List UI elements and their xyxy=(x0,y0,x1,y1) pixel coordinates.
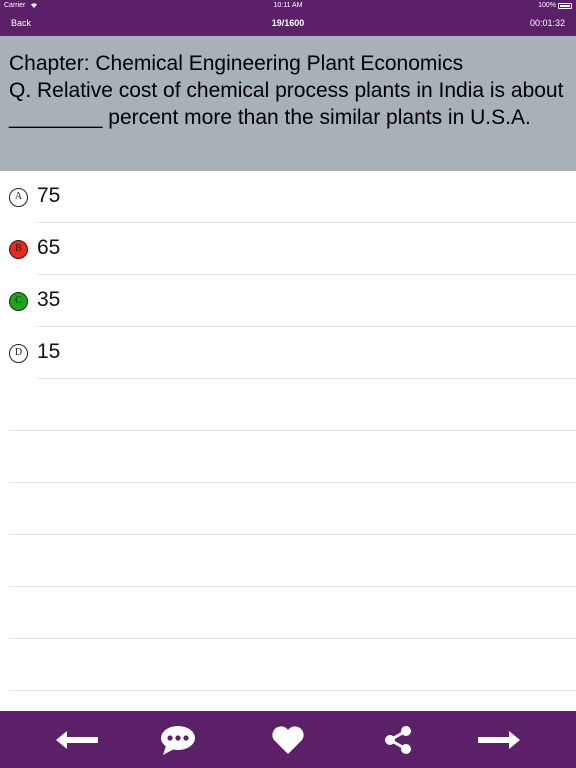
option-c-text: 35 xyxy=(37,288,61,311)
next-button[interactable] xyxy=(476,723,522,757)
option-d-marker: D xyxy=(9,344,28,363)
battery-icon xyxy=(558,2,572,9)
option-c-marker: C xyxy=(9,292,28,311)
empty-list-row xyxy=(0,639,576,691)
share-button[interactable] xyxy=(375,723,421,757)
answer-options: A 75 B 65 C 35 D 15 xyxy=(0,171,576,691)
chapter-title: Chapter: Chemical Engineering Plant Econ… xyxy=(9,52,464,75)
navigation-bar: Back 19/1600 00:01:32 xyxy=(0,11,576,36)
comment-button[interactable] xyxy=(155,723,201,757)
empty-list-row xyxy=(0,587,576,639)
option-a-text: 75 xyxy=(37,184,61,207)
empty-list-row xyxy=(0,535,576,587)
option-b[interactable]: B 65 xyxy=(0,223,576,275)
status-bar: Carrier 10:11 AM 100% xyxy=(0,0,576,11)
question-counter: 19/1600 xyxy=(271,18,305,28)
battery-status: 100% xyxy=(538,0,572,11)
empty-list-row xyxy=(0,483,576,535)
previous-button[interactable] xyxy=(54,723,100,757)
status-time: 10:11 AM xyxy=(273,2,303,9)
battery-percent: 100% xyxy=(538,2,556,9)
option-b-text: 65 xyxy=(37,236,61,259)
question-text: Q. Relative cost of chemical process pla… xyxy=(9,79,564,129)
share-icon xyxy=(385,726,411,754)
question-panel: Chapter: Chemical Engineering Plant Econ… xyxy=(0,36,576,171)
favorite-button[interactable] xyxy=(265,723,311,757)
divider xyxy=(9,690,576,691)
bottom-toolbar xyxy=(0,711,576,768)
option-a-marker: A xyxy=(9,188,28,207)
arrow-right-icon xyxy=(478,731,520,749)
arrow-left-icon xyxy=(56,731,98,749)
option-d-text: 15 xyxy=(37,340,61,363)
elapsed-timer: 00:01:32 xyxy=(529,18,565,28)
option-b-marker: B xyxy=(9,240,28,259)
comment-icon xyxy=(161,726,195,755)
empty-list-row xyxy=(0,431,576,483)
option-d[interactable]: D 15 xyxy=(0,327,576,379)
option-a[interactable]: A 75 xyxy=(0,171,576,223)
heart-icon xyxy=(272,726,304,754)
empty-list-row xyxy=(0,379,576,431)
option-c[interactable]: C 35 xyxy=(0,275,576,327)
